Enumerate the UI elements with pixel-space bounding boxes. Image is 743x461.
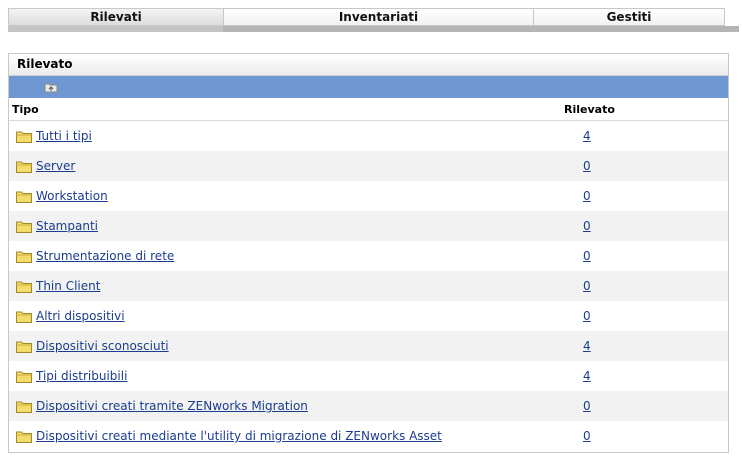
table-row: Tutti i tipi 4 (9, 121, 728, 151)
type-link[interactable]: Thin Client (36, 279, 100, 293)
folder-icon (16, 340, 32, 353)
tab-rilevati[interactable]: Rilevati (9, 9, 224, 25)
discovered-count-link[interactable]: 0 (583, 219, 591, 233)
table-row: Dispositivi sconosciuti 4 (9, 331, 728, 361)
panel-title: Rilevato (9, 54, 728, 76)
type-link[interactable]: Stampanti (36, 219, 98, 233)
tab-bar: Rilevati Inventariati Gestiti (8, 8, 725, 26)
tab-gestiti[interactable]: Gestiti (534, 9, 724, 25)
type-link[interactable]: Workstation (36, 189, 108, 203)
folder-icon (16, 160, 32, 173)
folder-icon (16, 250, 32, 263)
discovered-count-link[interactable]: 0 (583, 159, 591, 173)
folder-icon (16, 190, 32, 203)
discovered-count-link[interactable]: 0 (583, 399, 591, 413)
column-header-discovered[interactable]: Rilevato (564, 103, 615, 116)
discovered-count-link[interactable]: 4 (583, 129, 591, 143)
table-row: Dispositivi creati mediante l'utility di… (9, 421, 728, 451)
folder-icon (16, 430, 32, 443)
discovered-count-link[interactable]: 4 (583, 339, 591, 353)
folder-icon (16, 220, 32, 233)
table-header: Tipo Rilevato (9, 98, 728, 121)
tab-inventariati[interactable]: Inventariati (224, 9, 534, 25)
folder-icon (16, 370, 32, 383)
tab-label: Gestiti (606, 10, 652, 24)
table-row: Workstation 0 (9, 181, 728, 211)
type-link[interactable]: Altri dispositivi (36, 309, 125, 323)
folder-icon (16, 280, 32, 293)
table-row: Thin Client 0 (9, 271, 728, 301)
panel-toolbar (9, 76, 728, 98)
active-tab-indicator (8, 26, 223, 32)
discovered-count-link[interactable]: 0 (583, 429, 591, 443)
folder-up-icon[interactable] (43, 80, 59, 94)
column-header-type[interactable]: Tipo (9, 103, 564, 116)
folder-icon (16, 130, 32, 143)
type-link[interactable]: Dispositivi creati mediante l'utility di… (36, 429, 442, 443)
table-row: Strumentazione di rete 0 (9, 241, 728, 271)
type-link[interactable]: Dispositivi creati tramite ZENworks Migr… (36, 399, 308, 413)
type-link[interactable]: Tipi distribuibili (36, 369, 127, 383)
discovered-count-link[interactable]: 0 (583, 189, 591, 203)
type-link[interactable]: Dispositivi sconosciuti (36, 339, 169, 353)
discovered-count-link[interactable]: 0 (583, 279, 591, 293)
folder-icon (16, 310, 32, 323)
table-row: Server 0 (9, 151, 728, 181)
type-link[interactable]: Strumentazione di rete (36, 249, 174, 263)
discovered-panel: Rilevato Tipo Rilevato Tutti i tipi 4 Serv… (8, 53, 729, 453)
discovered-count-link[interactable]: 0 (583, 309, 591, 323)
tab-underbar (8, 26, 739, 32)
tab-label: Inventariati (338, 10, 419, 24)
type-link[interactable]: Tutti i tipi (36, 129, 92, 143)
table-row: Tipi distribuibili 4 (9, 361, 728, 391)
table-row: Stampanti 0 (9, 211, 728, 241)
table-row: Altri dispositivi 0 (9, 301, 728, 331)
type-link[interactable]: Server (36, 159, 75, 173)
discovered-count-link[interactable]: 0 (583, 249, 591, 263)
folder-icon (16, 400, 32, 413)
tab-label: Rilevati (90, 10, 142, 24)
table-body: Tutti i tipi 4 Server 0 Workstation 0 Stampant… (9, 121, 728, 451)
discovered-count-link[interactable]: 4 (583, 369, 591, 383)
table-row: Dispositivi creati tramite ZENworks Migr… (9, 391, 728, 421)
